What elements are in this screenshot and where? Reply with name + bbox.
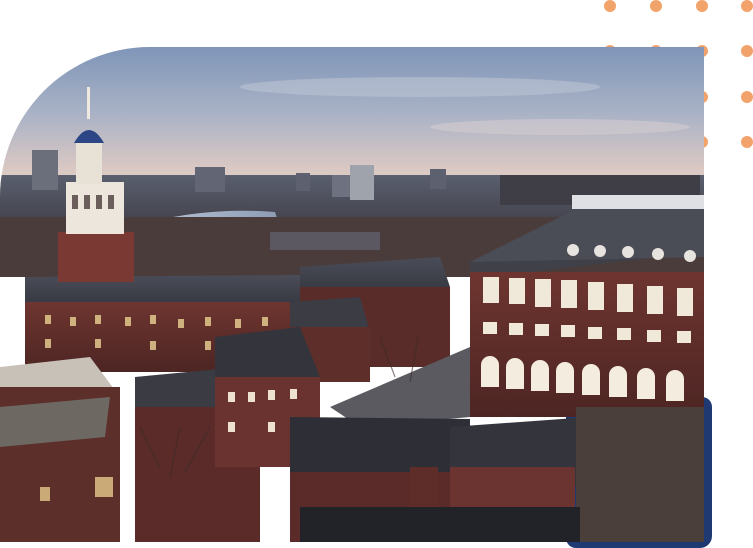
hero-image-composition — [0, 0, 753, 548]
decor-dot — [741, 136, 753, 148]
decor-dot — [650, 0, 662, 12]
decor-dot — [741, 0, 753, 12]
campus-photo-illustration — [0, 47, 704, 542]
decor-dot — [696, 0, 708, 12]
decor-dot — [604, 0, 616, 12]
campus-photo — [0, 47, 704, 542]
decor-dot — [741, 45, 753, 57]
decor-dot — [741, 91, 753, 103]
